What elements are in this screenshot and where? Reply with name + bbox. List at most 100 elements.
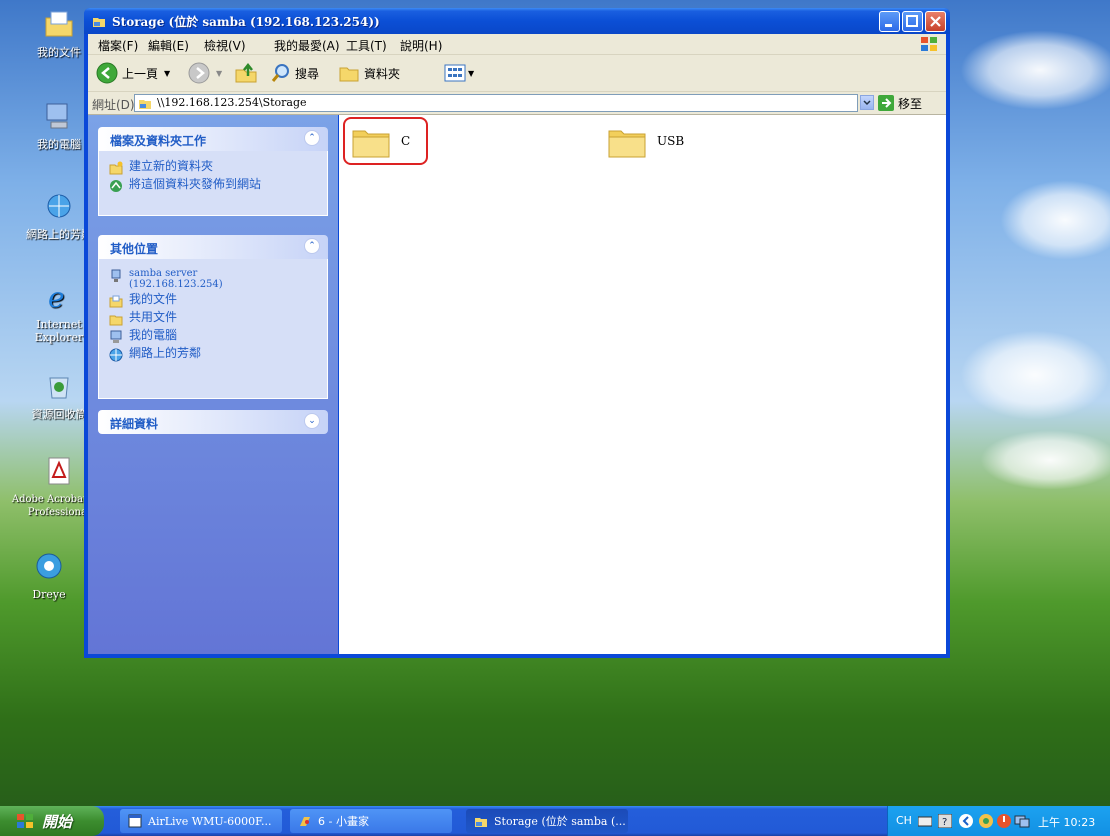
task-publish-web[interactable]: 將這個資料夾發佈到網站 [109,178,317,193]
views-button[interactable]: ▼ [444,61,474,85]
my-computer-icon [46,103,68,129]
cloud [1000,180,1110,260]
acrobat-icon [48,457,70,485]
dreye-icon [36,553,62,579]
help-icon[interactable]: ? [938,814,952,828]
start-button[interactable]: 開始 [0,806,104,836]
keyboard-icon[interactable] [918,815,932,827]
search-button[interactable]: 搜尋 [270,61,319,85]
menu-help[interactable]: 說明(H) [400,37,442,54]
other-places-header[interactable]: 其他位置 ⌃ [98,235,328,259]
other-places-panel: 其他位置 ⌃ samba server (192.168.123.254) 我的… [98,235,328,399]
folders-button[interactable]: 資料夾 [338,61,400,85]
task-pane: 檔案及資料夾工作 ⌃ 建立新的資料夾 將這個資料夾發佈到網站 其他位置 ⌃ sa… [88,115,338,654]
my-documents-icon [109,295,123,308]
back-arrow-icon [96,62,118,84]
svg-text:?: ? [942,817,947,828]
recycle-bin-icon [49,377,69,399]
go-label: 移至 [898,96,923,111]
details-title: 詳細資料 [110,417,159,431]
folder-name: USB [657,134,685,148]
taskbar-item-storage[interactable]: Storage (位於 samba (... [466,809,628,833]
paint-icon [300,817,310,826]
menu-file[interactable]: 檔案(F) [98,37,138,54]
tray-expand-icon[interactable] [958,813,974,829]
place-samba-server[interactable]: samba server (192.168.123.254) [109,268,317,290]
browser-window-icon [128,814,142,828]
cloud [980,430,1110,490]
close-icon [930,16,941,27]
windows-logo-icon [921,37,937,51]
folder-content: C USB [339,115,946,654]
folder-item-usb[interactable]: USB [607,123,684,159]
globe-icon [110,180,122,192]
minimize-icon [885,24,892,27]
new-folder-icon [109,161,123,175]
internet-explorer-icon: e [48,281,65,314]
shared-folder-icon [109,315,123,326]
place-my-computer[interactable]: 我的電腦 [109,329,317,344]
place-network[interactable]: 網路上的芳鄰 [109,347,317,362]
go-button[interactable]: 移至 [878,94,922,112]
details-header[interactable]: 詳細資料 ⌄ [98,410,328,434]
up-folder-button[interactable] [234,61,258,85]
forward-dropdown-icon: ▼ [216,68,223,78]
place-shared-documents[interactable]: 共用文件 [109,311,317,326]
file-tasks-panel: 檔案及資料夾工作 ⌃ 建立新的資料夾 將這個資料夾發佈到網站 [98,127,328,216]
folder-name: C [401,134,411,148]
address-label: 網址(D) [92,98,135,112]
place-my-documents[interactable]: 我的文件 [109,293,317,308]
toolbar: 上一頁 ▼ ▼ 搜尋 資料夾 ▼ [88,55,946,92]
menu-bar: 檔案(F) 編輯(E) 檢視(V) 我的最愛(A) 工具(T) 說明(H) [88,34,946,55]
forward-button[interactable]: ▼ [188,61,222,85]
network-computer-icon [111,269,121,282]
address-field[interactable]: \\192.168.123.254\Storage [134,94,858,112]
up-folder-icon [235,62,257,83]
network-places-icon [109,348,123,362]
maximize-icon [906,15,918,27]
minimize-button[interactable] [879,11,900,32]
network-status-icon[interactable] [978,813,994,829]
task-new-folder[interactable]: 建立新的資料夾 [109,160,317,175]
taskbar-item-paint[interactable]: 6 - 小畫家 [290,809,452,833]
network-places-icon [47,194,71,218]
back-label: 上一頁 [122,66,159,81]
taskbar-item-airlive[interactable]: AirLive WMU-6000F... [120,809,282,833]
search-label: 搜尋 [295,66,320,81]
go-arrow-icon [878,95,894,111]
menu-view[interactable]: 檢視(V) [204,37,246,54]
menu-edit[interactable]: 編輯(E) [148,37,189,54]
system-tray: CH ? 上午 10:23 [887,806,1110,836]
chevron-down-icon [863,100,871,106]
collapse-chevron-icon[interactable]: ⌃ [304,130,320,146]
collapse-chevron-icon[interactable]: ⌃ [304,238,320,254]
address-dropdown-button[interactable] [860,95,874,110]
svg-text:e: e [48,281,65,312]
expand-chevron-icon[interactable]: ⌄ [304,413,320,429]
maximize-button[interactable] [902,11,923,32]
title-bar[interactable]: Storage (位於 samba (192.168.123.254)) [84,8,950,34]
close-button[interactable] [925,11,946,32]
folder-item-c[interactable]: C [351,123,410,159]
network-folder-icon [139,100,151,109]
security-alert-icon[interactable] [996,813,1012,829]
windows-logo-icon [17,814,33,828]
network-folder-icon [93,18,105,27]
start-label: 開始 [42,812,73,831]
back-button[interactable]: 上一頁 ▼ [96,61,170,85]
file-tasks-header[interactable]: 檔案及資料夾工作 ⌃ [98,127,328,151]
cloud [960,330,1110,420]
folder-icon [352,130,390,158]
desktop-icon-dreye[interactable]: Dreye [4,550,94,601]
clock[interactable]: 上午 10:23 [1038,814,1095,830]
connection-icon[interactable] [1014,813,1030,829]
explorer-window: Storage (位於 samba (192.168.123.254)) 檔案(… [84,8,950,658]
network-folder-icon [475,818,487,827]
menu-tools[interactable]: 工具(T) [346,37,387,54]
my-computer-icon [110,330,122,343]
views-icon [444,64,466,82]
folder-icon [608,130,646,158]
folders-label: 資料夾 [364,66,401,81]
language-indicator[interactable]: CH [896,814,912,827]
menu-favorites[interactable]: 我的最愛(A) [274,37,340,54]
